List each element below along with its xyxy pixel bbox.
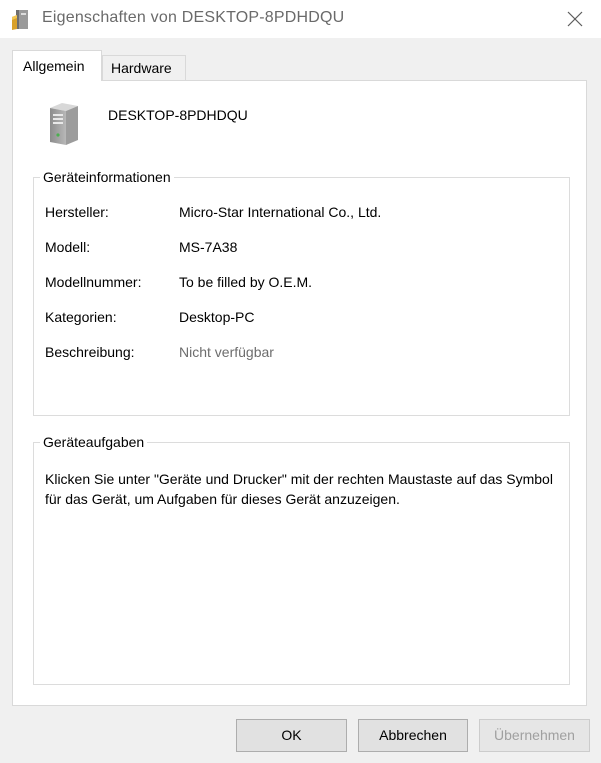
tab-label: Hardware: [111, 60, 172, 76]
group-title: Geräteinformationen: [40, 168, 174, 186]
apply-button[interactable]: Übernehmen: [479, 719, 590, 752]
categories-value: Desktop-PC: [179, 309, 255, 325]
cancel-button[interactable]: Abbrechen: [358, 719, 468, 752]
model-value: MS-7A38: [179, 239, 238, 255]
device-tasks-text: Klicken Sie unter "Geräte und Drucker" m…: [45, 471, 553, 507]
general-tab-panel: DESKTOP-8PDHDQU Geräteinformationen Hers…: [12, 80, 587, 706]
model-label: Modell:: [45, 239, 91, 255]
categories-label: Kategorien:: [45, 309, 117, 325]
properties-icon: [11, 7, 33, 31]
description-value: Nicht verfügbar: [179, 344, 274, 360]
device-tasks-group: Geräteaufgaben Klicken Sie unter "Geräte…: [33, 433, 570, 685]
ok-button[interactable]: OK: [236, 719, 347, 752]
device-name: DESKTOP-8PDHDQU: [108, 107, 248, 123]
window-title: Eigenschaften von DESKTOP-8PDHDQU: [42, 9, 345, 26]
manufacturer-label: Hersteller:: [45, 204, 109, 220]
close-button[interactable]: [559, 4, 591, 34]
model-number-label: Modellnummer:: [45, 274, 142, 290]
manufacturer-value: Micro-Star International Co., Ltd.: [179, 204, 382, 220]
close-icon: [567, 11, 583, 27]
description-label: Beschreibung:: [45, 344, 135, 360]
model-number-value: To be filled by O.E.M.: [179, 274, 313, 290]
group-title: Geräteaufgaben: [40, 433, 148, 451]
computer-tower-icon: [42, 100, 84, 146]
tab-allgemein[interactable]: Allgemein: [12, 50, 102, 81]
title-bar[interactable]: Eigenschaften von DESKTOP-8PDHDQU: [0, 0, 601, 38]
tab-hardware[interactable]: Hardware: [102, 55, 186, 81]
tab-label: Allgemein: [23, 58, 85, 74]
device-info-group: Geräteinformationen Hersteller: Micro-St…: [33, 168, 570, 416]
